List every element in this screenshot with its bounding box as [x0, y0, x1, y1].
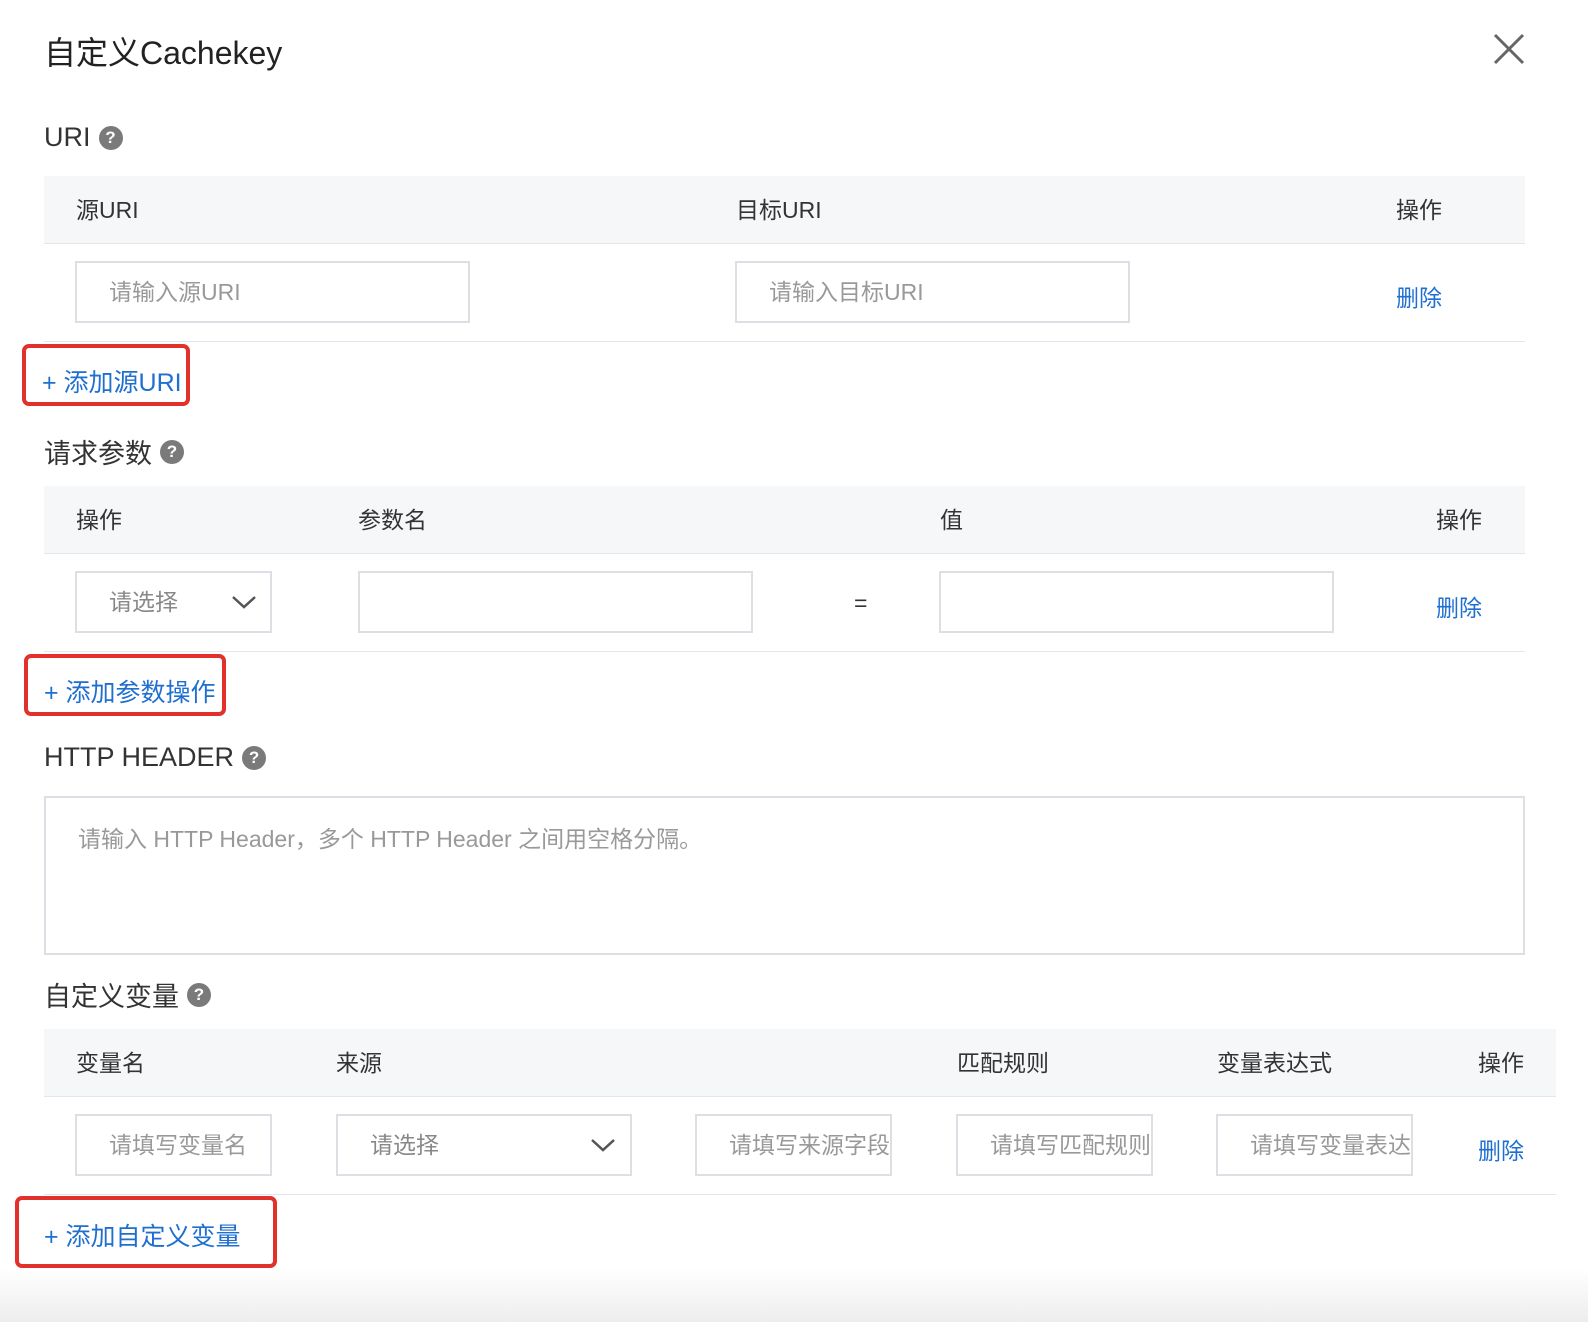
delete-var-link[interactable]: 删除 [1478, 1132, 1524, 1166]
equals-sign: = [854, 590, 868, 616]
match-rule-input[interactable]: 请填写匹配规则 [956, 1114, 1153, 1176]
delete-uri-link[interactable]: 删除 [1396, 279, 1442, 313]
column-header: 操作 [1396, 197, 1442, 223]
params-table-header: 操作 参数名 值 操作 [44, 486, 1525, 554]
column-header: 操作 [1478, 1050, 1524, 1076]
param-action-select[interactable]: 请选择 [75, 571, 272, 633]
delete-param-link[interactable]: 删除 [1436, 589, 1482, 623]
param-action-select-value: 请选择 [109, 589, 178, 615]
params-table-row: 请选择 = 删除 [44, 554, 1525, 652]
var-name-input[interactable]: 请填写变量名 [75, 1114, 272, 1176]
chevron-down-icon [590, 1134, 616, 1156]
header-label-text: HTTP HEADER [44, 742, 235, 772]
column-header: 变量表达式 [1217, 1050, 1332, 1076]
add-source-uri-button[interactable]: + 添加源URI [22, 344, 190, 406]
add-param-operation-button[interactable]: + 添加参数操作 [24, 654, 226, 716]
add-custom-variable-button[interactable]: + 添加自定义变量 [15, 1196, 277, 1268]
help-icon[interactable]: ? [242, 745, 267, 770]
http-header-textarea[interactable]: 请输入 HTTP Header，多个 HTTP Header 之间用空格分隔。 [44, 796, 1525, 955]
column-header: 源URI [76, 197, 139, 223]
params-label-text: 请求参数 [44, 439, 152, 469]
column-header: 匹配规则 [957, 1050, 1049, 1076]
column-header: 参数名 [358, 507, 427, 533]
params-section-label: 请求参数 ? [44, 432, 184, 471]
var-source-select-value: 请选择 [370, 1132, 439, 1158]
column-header: 来源 [336, 1050, 382, 1076]
param-name-input[interactable] [358, 571, 753, 633]
uri-table-row: 请输入源URI 请输入目标URI 删除 [44, 244, 1525, 342]
help-icon[interactable]: ? [160, 439, 184, 464]
cachekey-dialog: 自定义Cachekey URI ? 源URI 目标URI 操作 请输入源URI … [0, 0, 1588, 1322]
column-header: 操作 [76, 507, 122, 533]
column-header: 变量名 [76, 1050, 145, 1076]
add-source-uri-label: + 添加源URI [42, 369, 182, 397]
target-uri-input[interactable]: 请输入目标URI [735, 261, 1130, 323]
var-source-select[interactable]: 请选择 [336, 1114, 632, 1176]
vars-table-header: 变量名 来源 匹配规则 变量表达式 操作 [44, 1029, 1556, 1097]
source-uri-input[interactable]: 请输入源URI [75, 261, 470, 323]
param-value-input[interactable] [939, 571, 1334, 633]
chevron-down-icon [231, 591, 257, 613]
uri-table-header: 源URI 目标URI 操作 [44, 176, 1525, 244]
dialog-title: 自定义Cachekey [44, 35, 283, 71]
vars-section-label: 自定义变量 ? [44, 975, 211, 1014]
uri-section-label: URI ? [44, 122, 123, 153]
source-field-input[interactable]: 请填写来源字段 [695, 1114, 892, 1176]
vars-label-text: 自定义变量 [44, 982, 179, 1012]
close-icon[interactable] [1492, 32, 1526, 66]
header-section-label: HTTP HEADER ? [44, 742, 267, 773]
column-header: 操作 [1436, 507, 1482, 533]
column-header: 值 [940, 507, 963, 533]
uri-label-text: URI [44, 122, 91, 152]
vars-table-row: 请填写变量名 请选择 请填写来源字段 请填写匹配规则 请填写变量表达式 删除 [44, 1097, 1556, 1195]
add-custom-variable-label: + 添加自定义变量 [44, 1223, 241, 1251]
add-param-operation-label: + 添加参数操作 [44, 679, 216, 707]
help-icon[interactable]: ? [98, 125, 123, 150]
help-icon[interactable]: ? [187, 982, 211, 1007]
var-expression-input[interactable]: 请填写变量表达式 [1216, 1114, 1413, 1176]
dialog-footer-shadow [0, 1268, 1588, 1322]
column-header: 目标URI [736, 197, 822, 223]
